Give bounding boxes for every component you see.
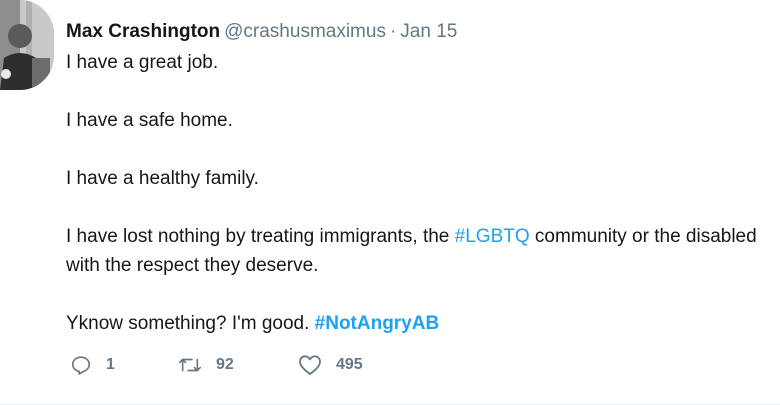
tweet-date[interactable]: Jan 15 [400,21,457,42]
tweet-line-3: I have a healthy family. [66,168,259,189]
header-separator: · [389,21,397,42]
reply-icon [71,356,91,375]
tweet-line-4-text-start: I have lost nothing by treating immigran… [66,226,455,247]
heart-icon [299,355,321,375]
tweet-line-1: I have a great job. [66,52,219,73]
like-button[interactable]: 495 [298,354,363,376]
author-handle[interactable]: @crashusmaximus [224,21,386,42]
reply-count: 1 [106,356,115,373]
retweet-button[interactable]: 92 [178,354,298,376]
author-name[interactable]: Max Crashington [66,21,220,42]
hashtag-lgbtq[interactable]: #LGBTQ [455,226,530,247]
tweet-line-2: I have a safe home. [66,110,233,131]
tweet-card[interactable]: Max Crashington @crashusmaximus · Jan 15 I … [0,0,780,405]
tweet-line-5: Yknow something? I'm good. #NotAngryAB [66,309,770,338]
hashtag-notangryab[interactable]: #NotAngryAB [315,313,440,334]
tweet-header: Max Crashington @crashusmaximus · Jan 15 [66,20,770,44]
reply-button[interactable]: 1 [70,354,178,376]
like-count: 495 [336,356,363,373]
tweet-line-4: I have lost nothing by treating immigran… [66,222,770,280]
retweet-icon [178,358,202,372]
avatar[interactable] [0,0,54,90]
retweet-count: 92 [216,356,234,373]
tweet-text: I have a great job. I have a safe home. … [66,48,770,338]
tweet-line-5-text: Yknow something? I'm good. [66,313,315,334]
tweet-actions: 1 92 495 [70,354,363,376]
tweet-content: Max Crashington @crashusmaximus · Jan 15 I … [66,20,770,338]
